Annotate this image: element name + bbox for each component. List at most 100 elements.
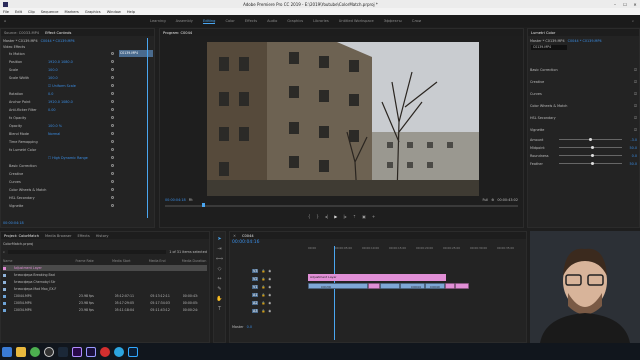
- ec-property-row[interactable]: Scale 100.0: [3, 67, 152, 72]
- reset-icon[interactable]: [111, 124, 114, 127]
- mute-icon[interactable]: ◉: [268, 293, 271, 297]
- reset-icon[interactable]: [111, 172, 114, 175]
- clip[interactable]: C0040: [425, 283, 445, 289]
- ec-property-row[interactable]: Rotation 0.0: [3, 91, 152, 96]
- menu-file[interactable]: File: [3, 10, 9, 14]
- ec-property-row[interactable]: Time Remapping: [3, 139, 152, 144]
- mark-out-icon[interactable]: }: [316, 214, 319, 219]
- close-icon[interactable]: ✕: [233, 234, 236, 238]
- ec-property-value[interactable]: 100.0: [48, 68, 108, 72]
- workspace-tab-active[interactable]: Editing: [202, 19, 216, 24]
- ripple-edit-icon[interactable]: ⟺: [216, 256, 223, 262]
- reset-icon[interactable]: [111, 52, 114, 55]
- ec-property-value[interactable]: 1920.0 1080.0: [48, 60, 108, 64]
- reset-icon[interactable]: [111, 156, 114, 159]
- program-playhead[interactable]: [202, 203, 205, 207]
- reset-icon[interactable]: [111, 148, 114, 151]
- list-item[interactable]: Атмосфера Breaking Bad: [3, 272, 207, 278]
- col-media-start[interactable]: Media Start: [112, 259, 141, 263]
- ec-property-value[interactable]: 0.00: [48, 108, 108, 112]
- reset-icon[interactable]: [111, 100, 114, 103]
- lock-icon[interactable]: 🔒: [261, 309, 265, 313]
- quality-dropdown[interactable]: Full: [482, 198, 488, 202]
- timeline-timecode[interactable]: 00:00:04:16: [232, 240, 259, 245]
- hand-icon[interactable]: ✋: [216, 296, 222, 302]
- list-item[interactable]: C0054.MP4 23.98 fps 05:17:29:05 05:17:34:03…: [3, 300, 207, 306]
- workspace-tab[interactable]: Graphics: [287, 19, 303, 23]
- explorer-icon[interactable]: [16, 346, 26, 357]
- workspace-tab[interactable]: Assembly: [176, 19, 193, 23]
- menu-edit[interactable]: Edit: [15, 10, 22, 14]
- telegram-icon[interactable]: [114, 346, 124, 357]
- ec-property-row[interactable]: fx Motion: [3, 51, 152, 56]
- ec-property-row[interactable]: Position 1920.0 1080.0: [3, 59, 152, 64]
- track-select-icon[interactable]: ⇥: [217, 246, 221, 252]
- timeline-ruler[interactable]: 00:00 00:00:05:00 00:00:10:00 00:00:15:00 00…: [308, 245, 520, 253]
- checkbox-icon[interactable]: ☑: [634, 92, 637, 96]
- ec-property-row[interactable]: Blend Mode Normal: [3, 131, 152, 136]
- reset-icon[interactable]: [111, 140, 114, 143]
- razor-icon[interactable]: ◇: [218, 266, 222, 272]
- ec-property-value[interactable]: Normal: [48, 132, 108, 136]
- windows-icon[interactable]: [2, 346, 12, 357]
- lift-icon[interactable]: ⇡: [353, 214, 356, 219]
- ec-property-value[interactable]: 100.0: [48, 76, 108, 80]
- slip-icon[interactable]: ↔: [217, 276, 221, 282]
- lock-icon[interactable]: 🔒: [261, 277, 265, 281]
- ec-property-row[interactable]: fx Opacity: [3, 115, 152, 120]
- type-icon[interactable]: T: [218, 306, 221, 312]
- ec-property-row[interactable]: Scale Width 100.0: [3, 75, 152, 80]
- reset-icon[interactable]: [111, 76, 114, 79]
- ec-property-row[interactable]: Curves: [3, 179, 152, 184]
- track-toggle[interactable]: V3: [252, 268, 259, 273]
- reset-icon[interactable]: [111, 68, 114, 71]
- photoshop-icon[interactable]: [128, 346, 138, 357]
- col-name[interactable]: Name: [3, 259, 68, 263]
- checkbox-icon[interactable]: ☑: [634, 128, 637, 132]
- tab-project[interactable]: Project: ColorMatch: [4, 234, 39, 238]
- lumetri-master[interactable]: Master * C0139.MP4: [530, 39, 565, 43]
- lock-icon[interactable]: 🔒: [261, 269, 265, 273]
- clip[interactable]: C0044: [400, 283, 425, 289]
- premiere-icon[interactable]: [72, 346, 82, 357]
- slider-value[interactable]: 0.0: [625, 154, 637, 158]
- mark-in-icon[interactable]: {: [308, 214, 311, 219]
- adjustment-clip[interactable]: Adjustment Layer: [308, 274, 446, 281]
- close-button[interactable]: ✕: [630, 2, 640, 7]
- ec-property-row[interactable]: Vignette: [3, 203, 152, 208]
- reset-icon[interactable]: [111, 60, 114, 63]
- opera-icon[interactable]: [100, 346, 110, 357]
- camera-icon[interactable]: ▣: [362, 214, 366, 219]
- reset-icon[interactable]: [111, 92, 114, 95]
- list-item[interactable]: Атмосфера Mad Max_EX-F: [3, 286, 207, 292]
- tab-media-browser[interactable]: Media Browser: [45, 234, 72, 238]
- slider-track[interactable]: [559, 145, 622, 149]
- workspace-tab[interactable]: Effects: [245, 19, 257, 23]
- reset-icon[interactable]: [111, 196, 114, 199]
- workspace-tab[interactable]: Untitled Workspace: [339, 19, 374, 23]
- slider-handle[interactable]: [590, 153, 594, 157]
- clip[interactable]: C0139: [308, 283, 368, 289]
- lumetri-section[interactable]: Color Wheels & Match ☑: [530, 103, 637, 108]
- project-search-input[interactable]: [7, 249, 167, 254]
- col-frame-rate[interactable]: Frame Rate: [76, 259, 105, 263]
- reset-icon[interactable]: [111, 180, 114, 183]
- ec-property-row[interactable]: Anchor Point 1920.0 1080.0: [3, 99, 152, 104]
- wrench-icon[interactable]: ⚙: [491, 198, 494, 202]
- slider-track[interactable]: [559, 137, 622, 141]
- track-toggle[interactable]: V1: [252, 284, 259, 289]
- lumetri-clip-box[interactable]: C0139.MP4: [531, 45, 567, 50]
- menu-clip[interactable]: Clip: [28, 10, 35, 14]
- list-item[interactable]: Adjustment Layer: [3, 265, 207, 271]
- list-item[interactable]: C0034.MP4 23.98 fps 05:11:18:04 05:11:43:12…: [3, 307, 207, 313]
- ec-property-value[interactable]: 1920.0 1080.0: [48, 100, 108, 104]
- lumetri-section[interactable]: HSL Secondary ☑: [530, 115, 637, 120]
- program-timecode[interactable]: 00:00:04:18: [165, 198, 186, 202]
- ec-property-row[interactable]: ☑ Uniform Scale: [3, 83, 152, 88]
- reset-icon[interactable]: [111, 132, 114, 135]
- home-icon[interactable]: ⌂: [4, 19, 6, 23]
- mute-icon[interactable]: ◉: [268, 309, 271, 313]
- ec-master[interactable]: Master * C0139.MP4: [3, 39, 38, 43]
- tab-effect-controls[interactable]: Effect Controls: [45, 31, 71, 35]
- clip[interactable]: [445, 283, 455, 289]
